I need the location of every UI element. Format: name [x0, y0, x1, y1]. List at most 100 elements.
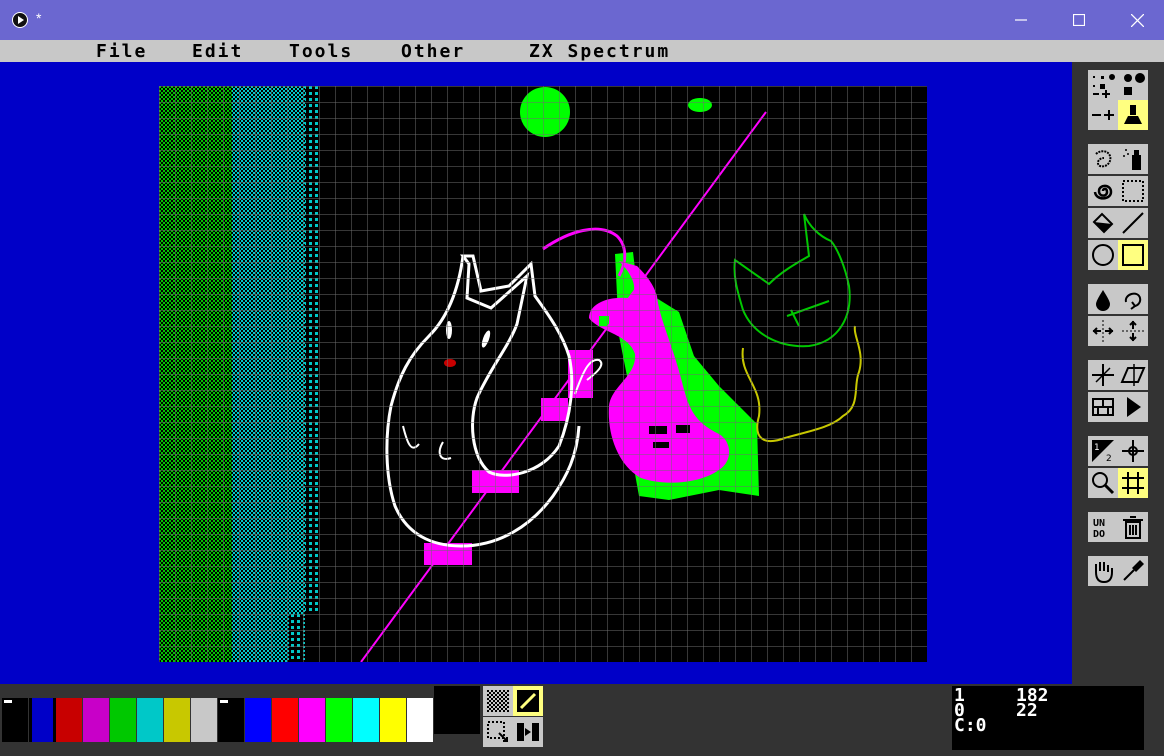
trash-icon: [1123, 516, 1143, 539]
freehand-tool[interactable]: [1088, 144, 1118, 174]
palette-swatch[interactable]: [164, 698, 191, 742]
brush-shape-tool[interactable]: [1118, 100, 1148, 130]
status-readout: 1 182 0 22 C:0: [952, 686, 1144, 750]
line-tool[interactable]: [1118, 208, 1148, 238]
palette-swatch[interactable]: [407, 698, 434, 742]
brush-size-tool[interactable]: [1088, 70, 1118, 100]
maximize-button[interactable]: [1050, 0, 1108, 40]
half-diagonal-icon: 12: [1092, 440, 1114, 464]
hand-tool[interactable]: [1088, 556, 1118, 586]
clear-tool[interactable]: [1118, 512, 1148, 542]
spray-tool[interactable]: [1118, 144, 1148, 174]
menu-zx-spectrum[interactable]: ZX Spectrum: [529, 41, 670, 62]
rectangle-icon: [1122, 244, 1144, 266]
tool-panel: 12 UN DO: [1072, 62, 1164, 756]
palette-swatch[interactable]: [191, 698, 218, 742]
flip-vertical-tool[interactable]: [1118, 316, 1148, 346]
perspective-tool[interactable]: [1118, 360, 1148, 390]
app-icon: [12, 12, 28, 28]
crosshair-tool[interactable]: [1118, 436, 1148, 466]
fill-tool[interactable]: [1088, 208, 1118, 238]
magnifier-icon: [1092, 472, 1115, 495]
half-tool[interactable]: 12: [1088, 436, 1118, 466]
color-palette: [2, 698, 434, 742]
status-color: C:0: [954, 715, 987, 736]
ink-paper-icon: [517, 690, 539, 712]
line-icon: [1122, 212, 1144, 234]
close-button[interactable]: [1108, 0, 1164, 40]
palette-swatch[interactable]: [137, 698, 164, 742]
select-copy-tool[interactable]: [483, 717, 513, 747]
palette-swatch[interactable]: [380, 698, 407, 742]
undo-tool[interactable]: UN DO: [1088, 512, 1118, 542]
dotted-select-icon: [487, 721, 508, 742]
brush-size-line[interactable]: [1088, 100, 1118, 130]
brick-pattern-icon: [1092, 398, 1114, 416]
minimize-button[interactable]: [992, 0, 1050, 40]
select-tool[interactable]: [1118, 176, 1148, 206]
circle-icon: [1092, 244, 1114, 266]
brush-stamp-icon: [1124, 105, 1142, 124]
mirror-x-tool[interactable]: [1088, 360, 1118, 390]
svg-text:UN: UN: [1093, 518, 1105, 529]
flip-horizontal-icon: [1092, 320, 1114, 342]
curve-tool[interactable]: [1088, 176, 1118, 206]
palette-swatch[interactable]: [110, 698, 137, 742]
ink-paper-toggle[interactable]: [513, 686, 543, 716]
dither-toggle[interactable]: [483, 686, 513, 716]
dotted-rect-icon: [1122, 180, 1144, 202]
ink-fill-tool[interactable]: [1088, 284, 1118, 314]
swap-tool[interactable]: [513, 717, 543, 747]
menu-file[interactable]: File: [96, 41, 147, 62]
svg-text:2: 2: [1106, 454, 1112, 464]
pixel-grid: [159, 86, 927, 662]
perspective-icon: [1120, 364, 1146, 386]
freehand-icon: [1095, 150, 1112, 168]
eyedropper-icon: [1123, 560, 1144, 581]
rotate-arrow-icon: [1124, 292, 1142, 310]
drawing-canvas[interactable]: [159, 86, 927, 662]
play-tool[interactable]: [1118, 392, 1148, 422]
status-y: 22: [1016, 700, 1038, 721]
spray-can-icon: [1123, 149, 1141, 170]
current-color-preview: [434, 686, 480, 734]
flip-horizontal-tool[interactable]: [1088, 316, 1118, 346]
brush-sizes-icon: [1093, 74, 1115, 98]
rectangle-tool[interactable]: [1118, 240, 1148, 270]
grid-toggle[interactable]: [1118, 468, 1148, 498]
menu-edit[interactable]: Edit: [192, 41, 243, 62]
menu-tools[interactable]: Tools: [289, 41, 353, 62]
workspace: [0, 62, 1072, 684]
svg-text:DO: DO: [1093, 529, 1105, 540]
spiral-icon: [1093, 184, 1113, 200]
bottom-bar: [0, 684, 1072, 756]
palette-swatch[interactable]: [326, 698, 353, 742]
palette-swatch[interactable]: [272, 698, 299, 742]
rotate-tool[interactable]: [1118, 284, 1148, 314]
play-icon: [1127, 397, 1141, 417]
large-dots-icon: [1124, 73, 1145, 95]
eyedropper-tool[interactable]: [1118, 556, 1148, 586]
hand-icon: [1095, 562, 1113, 584]
palette-swatch[interactable]: [56, 698, 83, 742]
brick-tool[interactable]: [1088, 392, 1118, 422]
window-title: *: [36, 10, 42, 26]
palette-swatch[interactable]: [299, 698, 326, 742]
circle-tool[interactable]: [1088, 240, 1118, 270]
palette-swatch[interactable]: [2, 698, 29, 742]
crosshair-icon: [1122, 440, 1144, 462]
canvas-artwork: [159, 86, 927, 662]
palette-swatch[interactable]: [353, 698, 380, 742]
brush-size-large[interactable]: [1118, 70, 1148, 100]
palette-swatch[interactable]: [218, 698, 245, 742]
palette-swatch[interactable]: [245, 698, 272, 742]
palette-swatch[interactable]: [29, 698, 56, 742]
mirror-cross-icon: [1092, 364, 1114, 386]
palette-swatch[interactable]: [83, 698, 110, 742]
close-icon: [1130, 13, 1144, 27]
flip-vertical-icon: [1122, 320, 1144, 342]
zoom-tool[interactable]: [1088, 468, 1118, 498]
minimize-icon: [1015, 19, 1027, 21]
menu-other[interactable]: Other: [401, 41, 465, 62]
title-bar: *: [0, 0, 1164, 40]
